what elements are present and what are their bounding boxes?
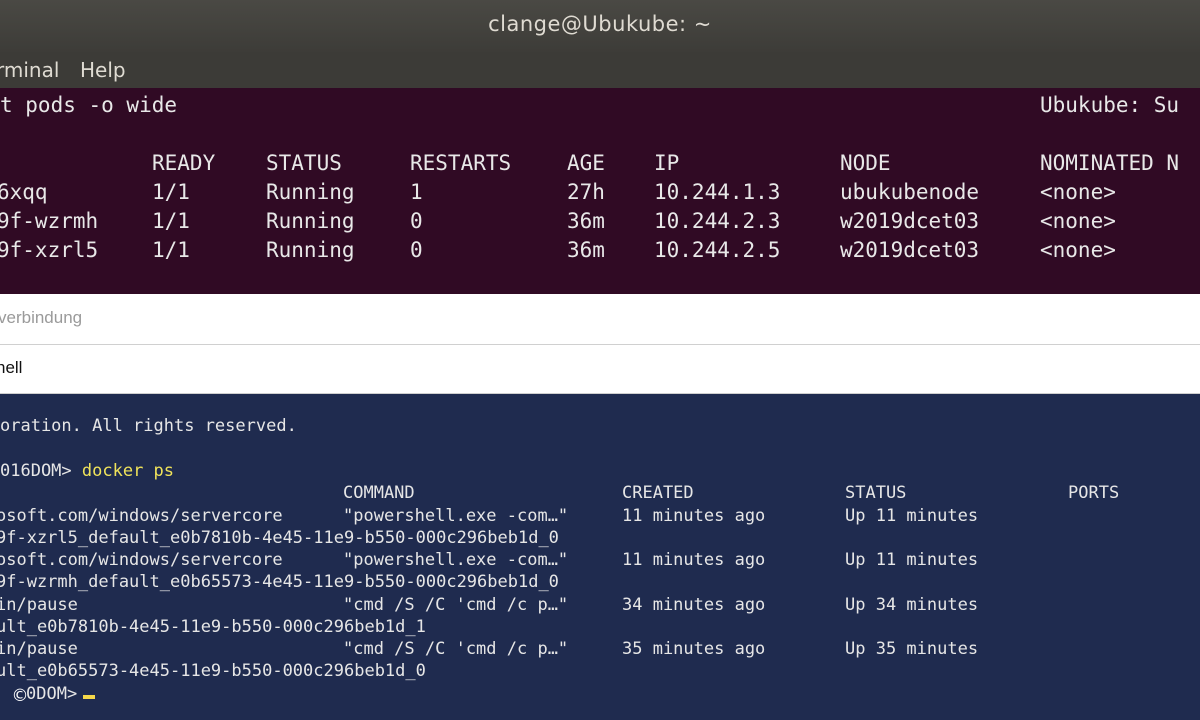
container-status: Up 11 minutes	[845, 550, 979, 570]
container-command: "cmd /S /C 'cmd /c p…"	[343, 639, 569, 659]
container-created: 35 minutes ago	[622, 639, 766, 659]
pod-ip: 10.244.1.3	[654, 180, 781, 204]
menu-terminal[interactable]: rminal	[0, 58, 59, 82]
container-command: "powershell.exe -com…"	[343, 550, 569, 570]
container-status: Up 34 minutes	[845, 595, 979, 615]
terminal-host-label: Ubukube: Su	[1040, 93, 1180, 117]
container-command: "cmd /S /C 'cmd /c p…"	[343, 595, 569, 615]
container-name: ult_e0b65573-4e45-11e9-b550-000c296beb1d…	[0, 661, 426, 681]
final-prompt-text: 0DOM>	[26, 684, 78, 704]
header-ready: READY	[152, 151, 216, 175]
header-status: STATUS	[266, 151, 342, 175]
container-status: Up 35 minutes	[845, 639, 979, 659]
pod-node: ubukubenode	[840, 180, 980, 204]
header-age: AGE	[567, 151, 605, 175]
text-cursor	[83, 695, 96, 699]
pod-age: 36m	[567, 238, 605, 262]
pod-node: w2019dcet03	[840, 209, 980, 233]
pod-ip: 10.244.2.3	[654, 209, 781, 233]
prompt-line: 016DOM> docker ps	[0, 461, 174, 481]
rdp-label: verbindung	[0, 308, 83, 327]
container-name: 9f-xzrl5_default_e0b7810b-4e45-11e9-b550…	[0, 528, 559, 548]
final-prompt-line: 0DOM>	[26, 684, 96, 704]
pod-name: 9f-xzrl5	[0, 238, 99, 262]
pod-ip: 10.244.2.5	[654, 238, 781, 262]
container-image: osoft.com/windows/servercore	[0, 506, 283, 526]
header-restarts: RESTARTS	[410, 151, 512, 175]
header-status: STATUS	[845, 483, 907, 503]
menu-bar: rminal Help	[0, 52, 1200, 88]
header-nominated: NOMINATED N	[1040, 151, 1180, 175]
header-ip: IP	[654, 151, 680, 175]
pod-name: 9f-wzrmh	[0, 209, 99, 233]
container-name: 9f-wzrmh_default_e0b65573-4e45-11e9-b550…	[0, 572, 559, 592]
pod-status: Running	[266, 209, 355, 233]
container-command: "powershell.exe -com…"	[343, 506, 569, 526]
pod-status: Running	[266, 238, 355, 262]
menu-help[interactable]: Help	[80, 58, 126, 82]
pod-nominated: <none>	[1040, 209, 1116, 233]
kubectl-command: t pods -o wide	[0, 93, 178, 117]
ubuntu-terminal[interactable]: t pods -o wide Ubukube: Su READY STATUS …	[0, 88, 1200, 294]
container-status: Up 11 minutes	[845, 506, 979, 526]
powershell-title: hell	[0, 358, 23, 377]
pod-status: Running	[266, 180, 355, 204]
powershell-console[interactable]: oration. All rights reserved. 016DOM> do…	[0, 394, 1200, 720]
pod-restarts: 1	[410, 180, 423, 204]
pod-ready: 1/1	[152, 238, 190, 262]
container-image: osoft.com/windows/servercore	[0, 550, 283, 570]
header-node: NODE	[840, 151, 891, 175]
pod-nominated: <none>	[1040, 238, 1116, 262]
pod-age: 36m	[567, 209, 605, 233]
pod-ready: 1/1	[152, 180, 190, 204]
window-titlebar[interactable]: clange@Ubukube: ~	[0, 0, 1200, 52]
pod-name: 6xqq	[0, 180, 48, 204]
docker-command: docker ps	[81, 461, 175, 481]
container-image: in/pause	[0, 639, 78, 659]
header-created: CREATED	[622, 483, 694, 503]
container-created: 11 minutes ago	[622, 506, 766, 526]
window-title: clange@Ubukube: ~	[488, 12, 712, 36]
pod-restarts: 0	[410, 209, 423, 233]
pod-ready: 1/1	[152, 209, 190, 233]
pod-age: 27h	[567, 180, 605, 204]
copyright-line: oration. All rights reserved.	[0, 416, 297, 436]
container-image: in/pause	[0, 595, 78, 615]
pod-restarts: 0	[410, 238, 423, 262]
container-created: 11 minutes ago	[622, 550, 766, 570]
pod-nominated: <none>	[1040, 180, 1116, 204]
powershell-titlebar[interactable]: hell	[0, 345, 1200, 394]
pod-node: w2019dcet03	[840, 238, 980, 262]
copyright-icon: ©	[11, 686, 29, 706]
container-name: ult_e0b7810b-4e45-11e9-b550-000c296beb1d…	[0, 617, 426, 637]
container-created: 34 minutes ago	[622, 595, 766, 615]
header-command: COMMAND	[343, 483, 415, 503]
remote-desktop-titlebar[interactable]: verbindung	[0, 294, 1200, 345]
header-ports: PORTS	[1068, 483, 1120, 503]
prompt-text: 016DOM>	[0, 461, 72, 481]
